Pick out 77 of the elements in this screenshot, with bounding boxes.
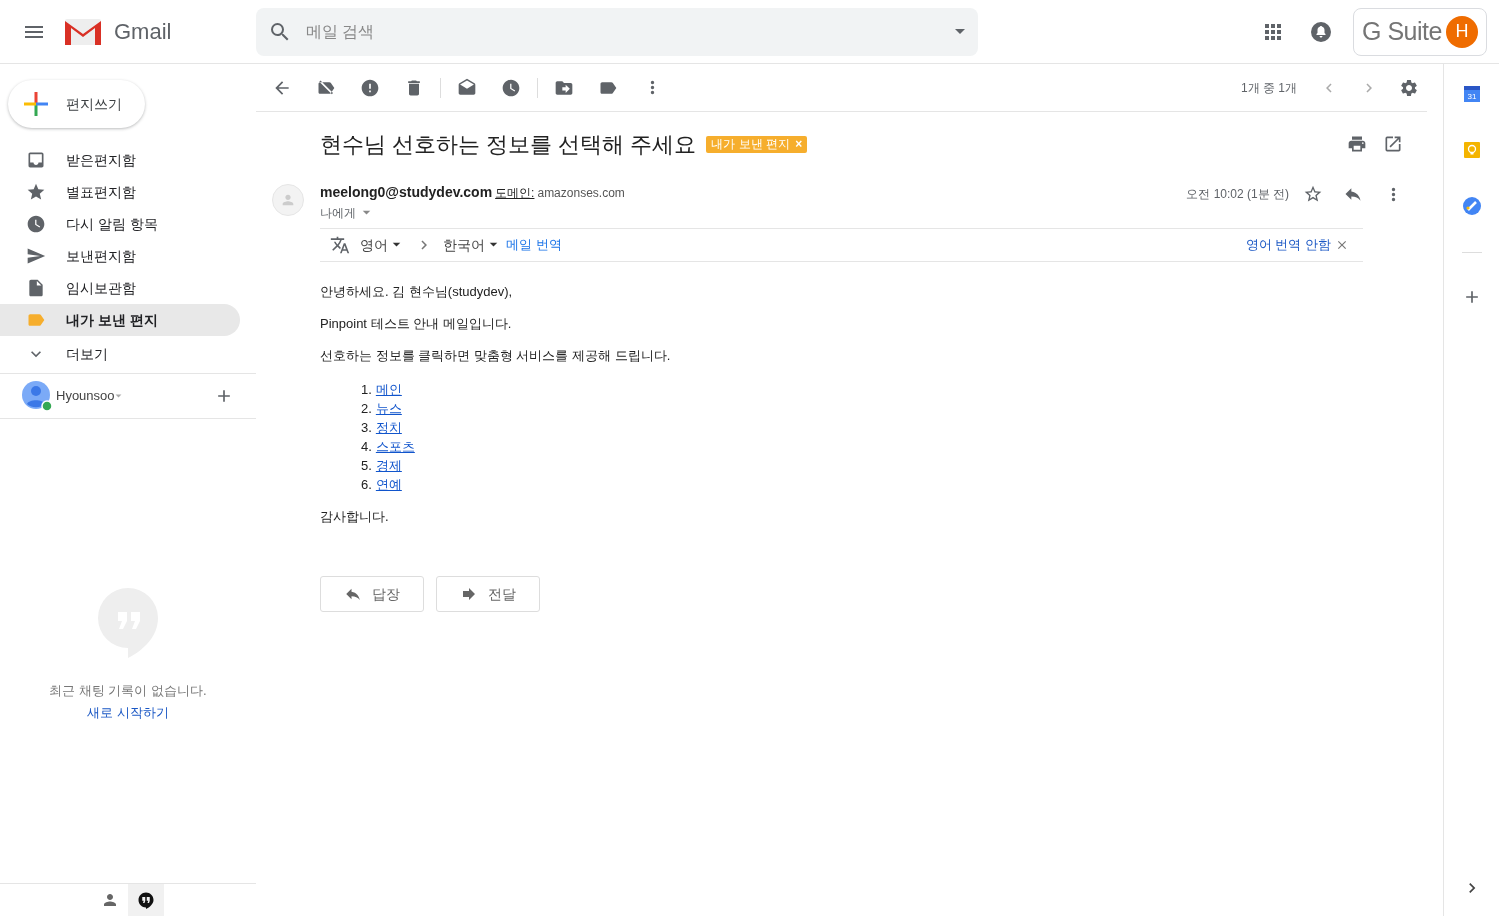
settings-icon: [1399, 77, 1419, 98]
star-icon: [26, 182, 46, 202]
brand-name: G Suite: [1362, 15, 1442, 47]
open-in-new-window-icon: [1383, 134, 1403, 154]
sender-avatar: [272, 184, 304, 216]
category-link[interactable]: 경제: [375, 456, 402, 475]
list-number: 5.: [361, 457, 372, 475]
chat-empty-text: 최근 채팅 기록이 없습니다.: [49, 682, 207, 700]
list-number: 6.: [361, 476, 372, 494]
account-badge[interactable]: G Suite H: [1353, 7, 1487, 56]
inbox-icon: [26, 150, 46, 170]
clock-icon: [26, 214, 46, 234]
caret-icon: [489, 242, 498, 248]
start-chat-link[interactable]: 새로 시작하기: [87, 702, 169, 722]
star-icon: [1303, 184, 1323, 204]
caret-icon: [392, 242, 401, 248]
list-number: 4.: [361, 438, 372, 456]
caret-icon[interactable]: [954, 28, 966, 35]
avatar-icon[interactable]: [22, 381, 52, 411]
account-name[interactable]: Hyounsoo: [56, 386, 115, 406]
email-subject: 현수님 선호하는 정보를 선택해 주세요: [320, 130, 697, 159]
more-icon: [649, 80, 655, 95]
label-chip-text: 내가 보낸 편지: [711, 136, 791, 153]
sidebar-item[interactable]: 다시 알림 항목: [0, 208, 240, 240]
search-field[interactable]: 메일 검색: [256, 7, 978, 56]
category-link[interactable]: 정치: [375, 418, 402, 437]
envelope-open-icon: [457, 77, 477, 98]
compose-button[interactable]: 편지쓰기: [8, 80, 145, 128]
report-icon: [360, 77, 380, 98]
file-icon: [26, 278, 46, 298]
calendar-icon[interactable]: 31: [1461, 84, 1482, 104]
sender-email: meelong0@studydev.com: [320, 183, 493, 202]
reply-button[interactable]: 답장: [320, 576, 424, 612]
caret-icon: [362, 210, 371, 216]
send-icon: [26, 246, 46, 266]
search-input[interactable]: 메일 검색: [306, 19, 940, 44]
translate-icon: [330, 235, 350, 255]
source-language-dropdown[interactable]: 영어: [360, 234, 401, 256]
sender-domain: amazonses.com: [537, 185, 625, 202]
message-time: 오전 10:02 (1분 전): [1186, 186, 1289, 203]
sidebar-item[interactable]: 내가 보낸 편지: [0, 304, 240, 336]
sidebar-item[interactable]: 임시보관함: [0, 272, 240, 304]
body-text: Pinpoint 테스트 안내 메일입니다.: [320, 315, 513, 333]
category-link[interactable]: 뉴스: [375, 399, 402, 418]
clock-icon: [501, 77, 521, 98]
category-link[interactable]: 연예: [375, 475, 402, 494]
translate-link[interactable]: 메일 번역: [506, 235, 562, 255]
body-text: 선호하는 정보를 클릭하면 맞춤형 서비스를 제공해 드립니다.: [320, 347, 672, 365]
chat-bubble-icon: [137, 891, 155, 909]
tasks-icon[interactable]: [1461, 196, 1482, 216]
sidebar-item[interactable]: 받은편지함: [0, 144, 240, 176]
category-link[interactable]: 스포츠: [375, 437, 415, 456]
app-name: Gmail: [114, 18, 172, 46]
sidebar-item[interactable]: 더보기: [0, 338, 240, 370]
body-text: 안녕하세요. 김 현수님(studydev),: [320, 283, 514, 301]
list-number: 1.: [361, 381, 372, 399]
sidebar-item[interactable]: 보낸편지함: [0, 240, 240, 272]
close-icon[interactable]: [1335, 238, 1349, 252]
list-number: 2.: [361, 400, 372, 418]
bell-icon: [1309, 19, 1333, 44]
never-translate-link[interactable]: 영어 번역 안함: [1245, 235, 1331, 255]
arrow-right-icon: [460, 585, 478, 603]
target-language-dropdown[interactable]: 한국어: [443, 234, 498, 256]
more-icon: [1390, 186, 1396, 202]
envelope-logo-icon: [64, 17, 102, 46]
person-icon: [101, 891, 119, 909]
domain-label[interactable]: 도메인:: [495, 184, 535, 202]
plus-icon: [22, 90, 50, 118]
category-link[interactable]: 메인: [375, 380, 402, 399]
list-number: 3.: [361, 419, 372, 437]
chat-tab[interactable]: [128, 884, 164, 916]
recipient-dropdown[interactable]: 나에게: [320, 204, 625, 222]
forward-button[interactable]: 전달: [436, 576, 540, 612]
print-icon: [1347, 134, 1367, 154]
page-count: 1개 중 1개: [1241, 79, 1297, 97]
body-text: 감사합니다.: [320, 508, 390, 526]
sidebar-item[interactable]: 별표편지함: [0, 176, 240, 208]
